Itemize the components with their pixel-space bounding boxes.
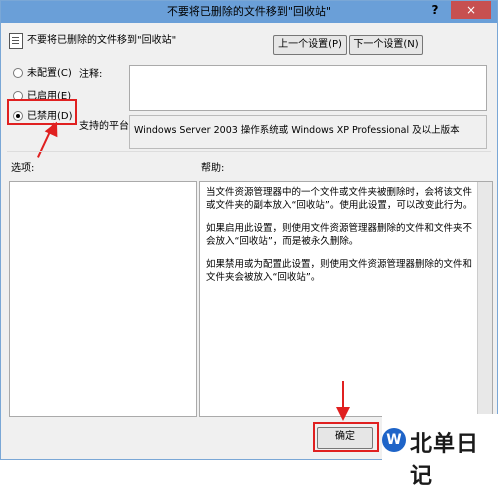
comment-textarea[interactable]: [129, 65, 487, 111]
policy-document-icon: [9, 33, 23, 49]
setting-name: 不要将已删除的文件移到"回收站": [27, 35, 177, 46]
help-button[interactable]: ?: [421, 1, 449, 19]
window-title: 不要将已删除的文件移到"回收站": [166, 5, 332, 18]
ok-highlight-box: [313, 422, 379, 452]
previous-setting-button[interactable]: 上一个设置(P): [273, 35, 347, 55]
disabled-highlight-box: [7, 99, 77, 125]
help-pane[interactable]: 当文件资源管理器中的一个文件或文件夹被删除时，会将该文件或文件夹的副本放入“回收…: [199, 181, 493, 417]
policy-dialog: 不要将已删除的文件移到"回收站" ? × 不要将已删除的文件移到"回收站" 上一…: [0, 0, 498, 460]
help-paragraph: 当文件资源管理器中的一个文件或文件夹被删除时，会将该文件或文件夹的副本放入“回收…: [206, 187, 473, 211]
options-pane[interactable]: [9, 181, 197, 417]
platform-field: Windows Server 2003 操作系统或 Windows XP Pro…: [129, 115, 487, 149]
help-paragraph: 如果启用此设置，则使用文件资源管理器删除的文件和文件夹不会放入“回收站”，而是被…: [206, 223, 473, 247]
radio-label: 未配置(C): [27, 68, 72, 79]
platform-value: Windows Server 2003 操作系统或 Windows XP Pro…: [134, 125, 460, 136]
options-label: 选项:: [11, 163, 35, 174]
brand-logo-icon: W: [382, 428, 406, 452]
radio-not-configured[interactable]: 未配置(C): [13, 64, 72, 79]
dialog-header: 不要将已删除的文件移到"回收站" 上一个设置(P) 下一个设置(N): [1, 23, 497, 59]
help-label: 帮助:: [201, 163, 225, 174]
next-setting-button[interactable]: 下一个设置(N): [349, 35, 423, 55]
radio-circle-icon: [13, 68, 23, 78]
help-scrollbar[interactable]: [477, 182, 492, 416]
brand-text: 北单日记: [410, 432, 480, 489]
platform-label: 支持的平台:: [79, 121, 133, 132]
down-arrow-icon: [336, 407, 350, 421]
section-divider: [7, 151, 491, 152]
comment-label: 注释:: [79, 69, 103, 80]
close-button[interactable]: ×: [451, 1, 491, 19]
watermark: W 北单日记: [382, 414, 498, 489]
help-paragraph: 如果禁用或为配置此设置，则使用文件资源管理器删除的文件和文件夹会被放入“回收站”…: [206, 259, 473, 283]
